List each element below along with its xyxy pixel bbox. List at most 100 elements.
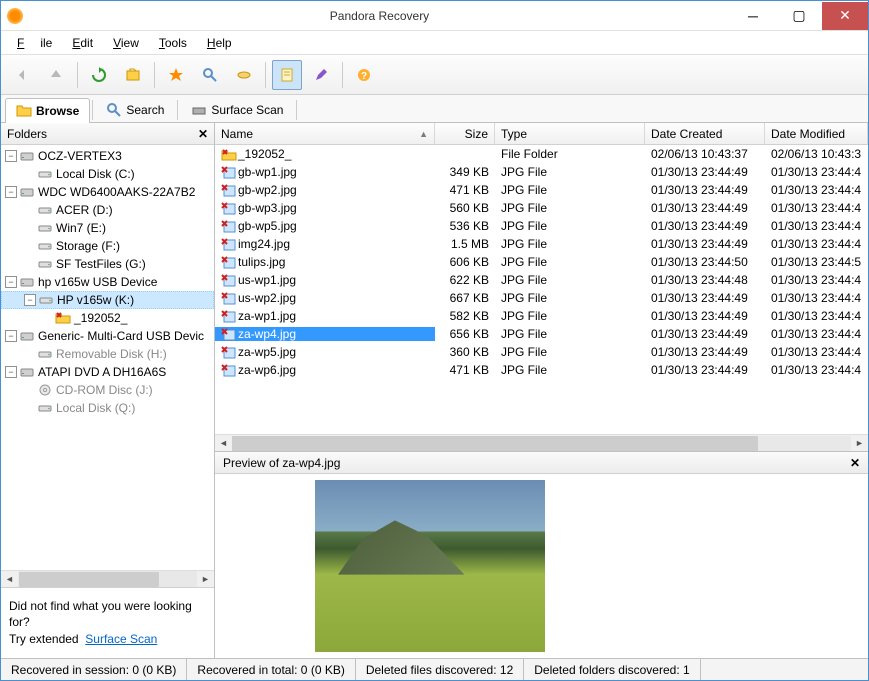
file-row[interactable]: gb-wp2.jpg471 KBJPG File01/30/13 23:44:4… — [215, 181, 868, 199]
menu-tools[interactable]: Tools — [151, 34, 195, 52]
file-type: JPG File — [495, 291, 645, 305]
delimg-icon — [221, 255, 235, 269]
refresh-button[interactable] — [84, 60, 114, 90]
tab-surface-scan[interactable]: Surface Scan — [180, 97, 294, 122]
maximize-button[interactable]: ▢ — [776, 2, 822, 30]
file-modified: 01/30/13 23:44:4 — [765, 309, 868, 323]
search-tool-button[interactable] — [195, 60, 225, 90]
help-button[interactable]: ? — [349, 60, 379, 90]
file-modified: 01/30/13 23:44:4 — [765, 345, 868, 359]
file-list[interactable]: _192052_File Folder02/06/13 10:43:3702/0… — [215, 145, 868, 434]
disk-tool-button[interactable] — [229, 60, 259, 90]
file-row[interactable]: gb-wp3.jpg560 KBJPG File01/30/13 23:44:4… — [215, 199, 868, 217]
file-row[interactable]: img24.jpg1.5 MBJPG File01/30/13 23:44:49… — [215, 235, 868, 253]
menu-help[interactable]: Help — [199, 34, 240, 52]
tree-expand-icon[interactable]: − — [5, 186, 17, 198]
tree-label: SF TestFiles (G:) — [56, 257, 146, 271]
tree-expand-icon[interactable]: − — [5, 366, 17, 378]
wizard-button[interactable] — [161, 60, 191, 90]
file-created: 01/30/13 23:44:48 — [645, 273, 765, 287]
sidebar-close-button[interactable]: ✕ — [198, 127, 208, 141]
tree-node[interactable]: CD-ROM Disc (J:) — [1, 381, 214, 399]
tree-node[interactable]: − ATAPI DVD A DH16A6S — [1, 363, 214, 381]
edit-tool-button[interactable] — [306, 60, 336, 90]
preview-image — [315, 480, 545, 652]
tree-expand-icon[interactable]: − — [5, 330, 17, 342]
svg-text:?: ? — [361, 71, 367, 82]
file-created: 01/30/13 23:44:50 — [645, 255, 765, 269]
file-list-hscrollbar[interactable]: ◄► — [215, 434, 868, 451]
disk-icon — [19, 148, 35, 164]
nav-back-button[interactable] — [7, 60, 37, 90]
preview-close-button[interactable]: ✕ — [850, 456, 860, 470]
sidebar-hscrollbar[interactable]: ◄► — [1, 570, 214, 587]
file-created: 02/06/13 10:43:37 — [645, 147, 765, 161]
drive-icon — [37, 166, 53, 182]
file-row[interactable]: za-wp5.jpg360 KBJPG File01/30/13 23:44:4… — [215, 343, 868, 361]
tree-label: OCZ-VERTEX3 — [38, 149, 122, 163]
tree-node[interactable]: SF TestFiles (G:) — [1, 255, 214, 273]
col-created[interactable]: Date Created — [645, 123, 765, 144]
col-size[interactable]: Size — [435, 123, 495, 144]
file-name: us-wp2.jpg — [238, 291, 296, 305]
nav-up-button[interactable] — [41, 60, 71, 90]
tree-expand-icon[interactable]: − — [24, 294, 36, 306]
surface-scan-link[interactable]: Surface Scan — [85, 632, 157, 646]
recover-button[interactable] — [118, 60, 148, 90]
tree-node[interactable]: Local Disk (C:) — [1, 165, 214, 183]
file-row[interactable]: za-wp6.jpg471 KBJPG File01/30/13 23:44:4… — [215, 361, 868, 379]
col-modified[interactable]: Date Modified — [765, 123, 868, 144]
tree-node[interactable]: Removable Disk (H:) — [1, 345, 214, 363]
menu-edit[interactable]: Edit — [64, 34, 101, 52]
file-size: 1.5 MB — [435, 237, 495, 251]
titlebar[interactable]: Pandora Recovery ─ ▢ ✕ — [1, 1, 868, 31]
file-size: 622 KB — [435, 273, 495, 287]
file-row[interactable]: gb-wp1.jpg349 KBJPG File01/30/13 23:44:4… — [215, 163, 868, 181]
file-row[interactable]: _192052_File Folder02/06/13 10:43:3702/0… — [215, 145, 868, 163]
tree-label: hp v165w USB Device — [38, 275, 157, 289]
tree-expand-icon[interactable]: − — [5, 276, 17, 288]
tree-node[interactable]: Local Disk (Q:) — [1, 399, 214, 417]
col-type[interactable]: Type — [495, 123, 645, 144]
tree-node[interactable]: −WDC WD6400AAKS-22A7B2 — [1, 183, 214, 201]
file-type: JPG File — [495, 183, 645, 197]
tree-label: Removable Disk (H:) — [56, 347, 167, 361]
tab-search[interactable]: Search — [95, 97, 175, 122]
col-name[interactable]: Name▲ — [215, 123, 435, 144]
delimg-icon — [221, 201, 235, 215]
file-modified: 01/30/13 23:44:4 — [765, 327, 868, 341]
tree-node[interactable]: −Generic- Multi-Card USB Devic — [1, 327, 214, 345]
file-row[interactable]: us-wp1.jpg622 KBJPG File01/30/13 23:44:4… — [215, 271, 868, 289]
file-row[interactable]: za-wp1.jpg582 KBJPG File01/30/13 23:44:4… — [215, 307, 868, 325]
close-button[interactable]: ✕ — [822, 2, 868, 30]
file-size: 656 KB — [435, 327, 495, 341]
tab-browse[interactable]: Browse — [5, 98, 90, 123]
file-row[interactable]: tulips.jpg606 KBJPG File01/30/13 23:44:5… — [215, 253, 868, 271]
file-name: gb-wp5.jpg — [238, 219, 297, 233]
tree-node[interactable]: − OCZ-VERTEX3 — [1, 147, 214, 165]
tree-label: ATAPI DVD A DH16A6S — [38, 365, 166, 379]
file-modified: 01/30/13 23:44:4 — [765, 291, 868, 305]
file-row[interactable]: za-wp4.jpg656 KBJPG File01/30/13 23:44:4… — [215, 325, 868, 343]
file-modified: 02/06/13 10:43:3 — [765, 147, 868, 161]
file-modified: 01/30/13 23:44:4 — [765, 219, 868, 233]
menu-file[interactable]: File — [9, 34, 60, 52]
tree-node[interactable]: Win7 (E:) — [1, 219, 214, 237]
file-size: 667 KB — [435, 291, 495, 305]
tree-node[interactable]: Storage (F:) — [1, 237, 214, 255]
tree-node[interactable]: _192052_ — [1, 309, 214, 327]
notes-button[interactable] — [272, 60, 302, 90]
tree-node[interactable]: ACER (D:) — [1, 201, 214, 219]
file-row[interactable]: gb-wp5.jpg536 KBJPG File01/30/13 23:44:4… — [215, 217, 868, 235]
menu-view[interactable]: View — [105, 34, 147, 52]
tree-node[interactable]: −HP v165w (K:) — [1, 291, 214, 309]
file-row[interactable]: us-wp2.jpg 667 KBJPG File 01/30/13 23:44:4… — [215, 289, 868, 307]
file-type: JPG File — [495, 363, 645, 377]
tree-node[interactable]: − hp v165w USB Device — [1, 273, 214, 291]
file-size: 606 KB — [435, 255, 495, 269]
file-type: JPG File — [495, 309, 645, 323]
file-size: 536 KB — [435, 219, 495, 233]
folder-tree[interactable]: − OCZ-VERTEX3 Local Disk (C:)−WDC WD6400AA… — [1, 145, 214, 570]
minimize-button[interactable]: ─ — [730, 2, 776, 30]
tree-expand-icon[interactable]: − — [5, 150, 17, 162]
